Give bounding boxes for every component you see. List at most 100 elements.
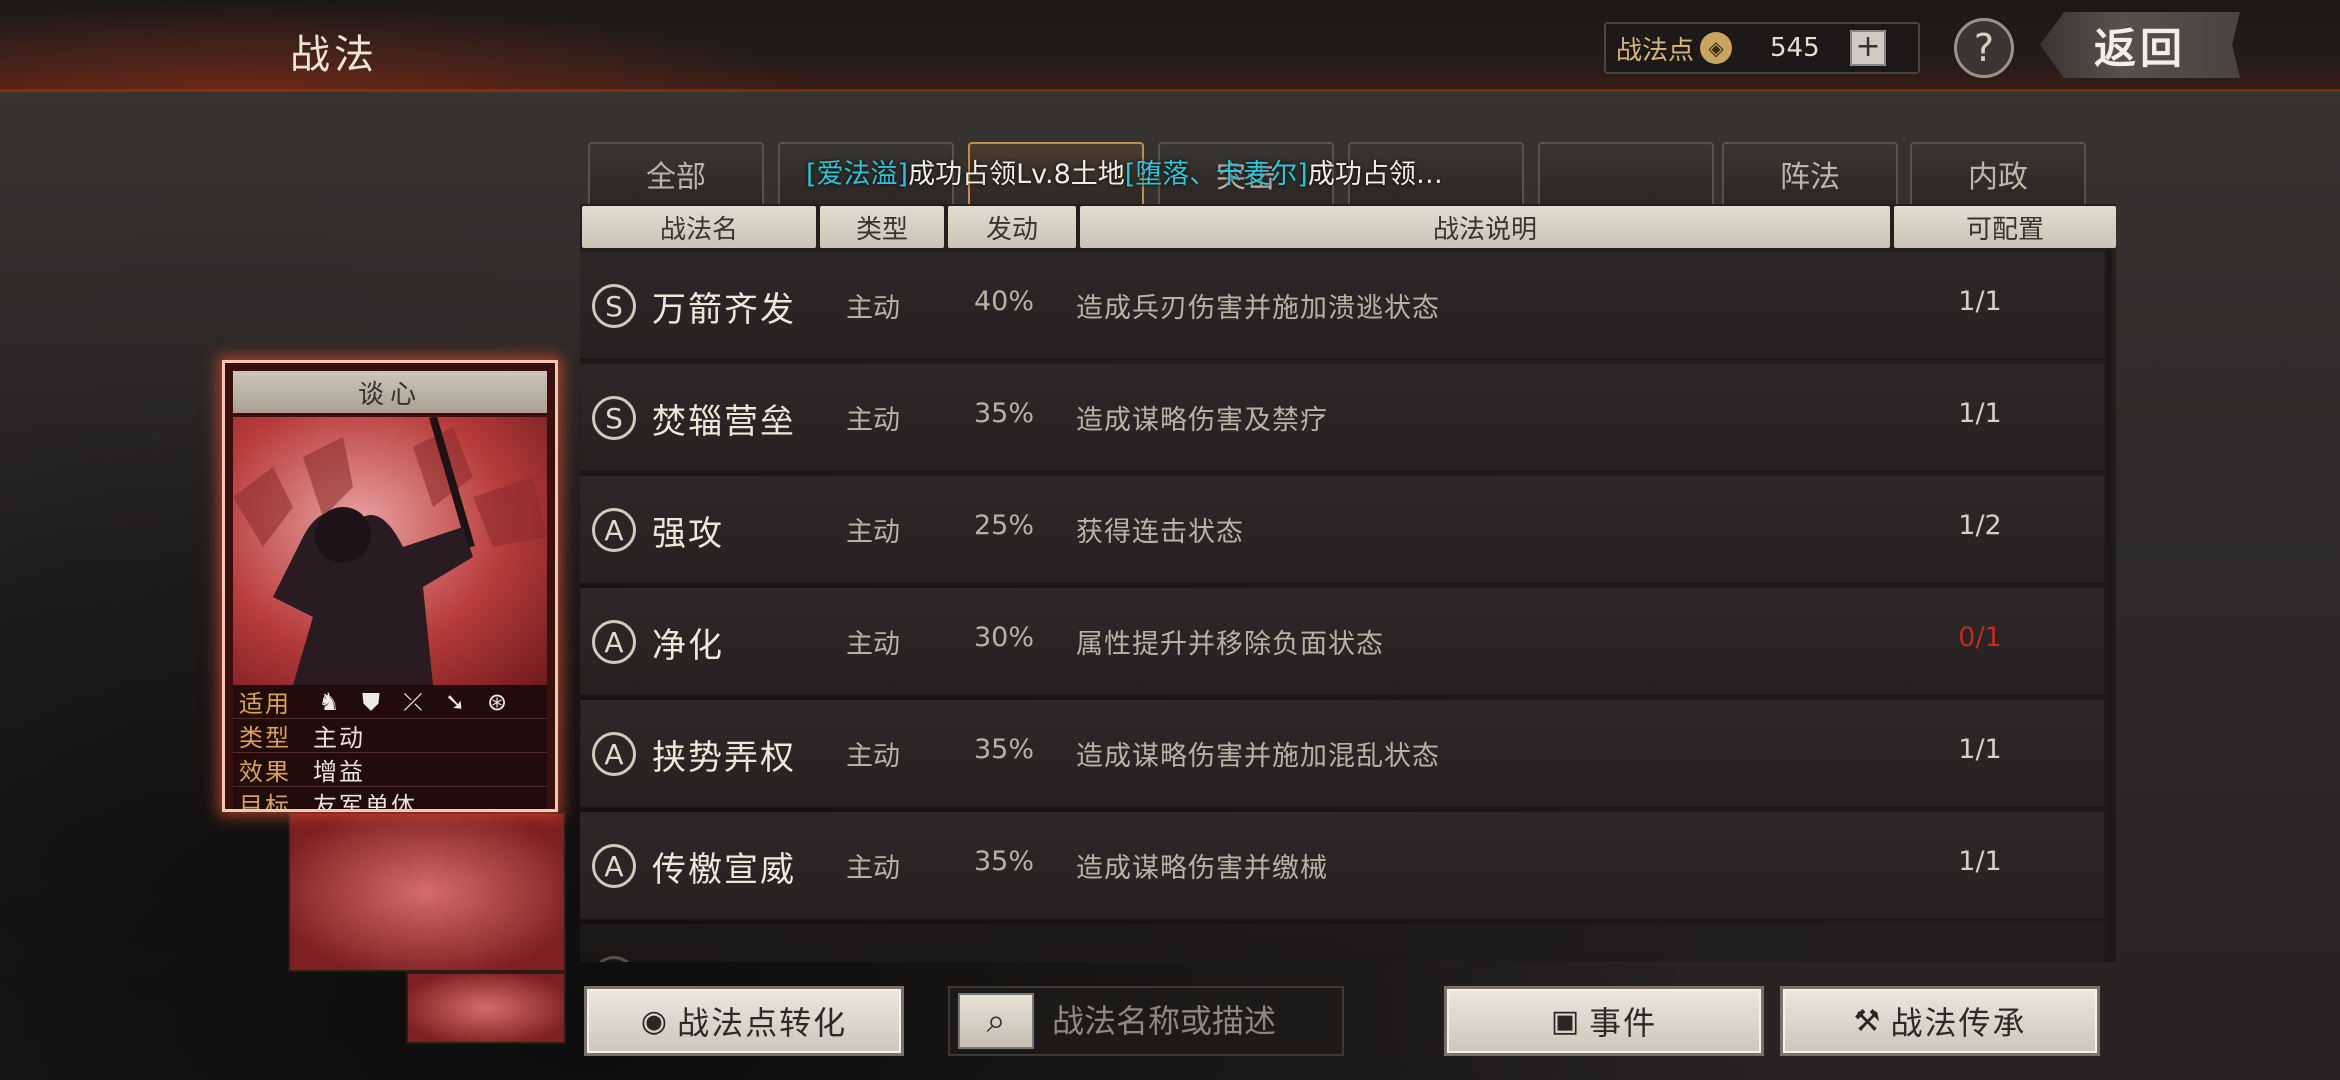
tactic-rate: 35% <box>974 846 1035 877</box>
target-value: 友军单体 <box>313 792 417 812</box>
col-slots-header[interactable]: 可配置 <box>1894 206 2116 248</box>
tactic-name: 传檄宣威 <box>652 850 796 890</box>
broadcast-notice: [爱法溢]成功占领Lv.8土地[堕落、卡麦尔]成功占领… <box>806 152 1443 194</box>
tactic-rate: 25% <box>974 510 1035 541</box>
inherit-tactic-label: 战法传承 <box>1890 1004 2027 1042</box>
type-label: 类型 <box>239 724 291 752</box>
tactic-name: 净化 <box>652 626 724 666</box>
tactic-desc: 造成谋略伤害并施加混乱状态 <box>1076 741 1440 772</box>
table-row[interactable]: A 强攻 主动 25% 获得连击状态 1/2 <box>580 476 2104 584</box>
wheel-icon: ⊛ <box>486 687 508 716</box>
tactic-slots: 1/1 <box>1958 286 2002 317</box>
tactic-rate: 35% <box>974 398 1035 429</box>
card-effect-row: 效果 增益 <box>233 753 547 787</box>
help-button[interactable]: ? <box>1954 18 2014 78</box>
table-scrollbar[interactable] <box>2106 250 2112 950</box>
table-row[interactable]: A 传檄宣威 主动 35% 造成谋略伤害并缴械 1/1 <box>580 812 2104 920</box>
points-coin-icon: ◈ <box>1700 32 1733 64</box>
warrior-silhouette-icon <box>233 417 547 685</box>
table-row[interactable]: A 净化 主动 30% 属性提升并移除负面状态 0/1 <box>580 588 2104 696</box>
search-bar: ⌕ <box>948 986 1344 1056</box>
add-points-button[interactable]: + <box>1850 30 1887 66</box>
tab-formation[interactable]: 阵法 <box>1722 142 1898 204</box>
tactic-desc: 获得连击状态 <box>1076 517 1244 548</box>
points-label: 战法点 <box>1616 35 1695 66</box>
points-value: 545 <box>1770 33 1820 63</box>
table-row-partial[interactable]: A <box>580 924 2104 962</box>
grade-badge: A <box>592 508 636 552</box>
shield-icon: ⛊ <box>362 687 380 716</box>
grade-badge: S <box>592 396 636 440</box>
inherit-tactic-button[interactable]: ⚒ 战法传承 <box>1780 986 2100 1056</box>
tactic-slots: 1/2 <box>1958 510 2002 541</box>
col-rate-header[interactable]: 发动 <box>948 206 1076 248</box>
table-row[interactable]: S 万箭齐发 主动 40% 造成兵刃伤害并施加溃逃状态 1/1 <box>580 252 2104 360</box>
tactic-type: 主动 <box>846 517 900 548</box>
card-stack-back-1 <box>288 812 566 972</box>
table-row[interactable]: S 焚辎营垒 主动 35% 造成谋略伤害及禁疗 1/1 <box>580 364 2104 472</box>
tab-all[interactable]: 全部 <box>588 142 764 204</box>
notice-text-2: 成功占领… <box>1307 159 1443 190</box>
card-info: 适用 ♞ ⛊ ⤫ ➘ ⊛ 类型 主动 效果 增益 目标 友军单体 <box>233 685 547 812</box>
card-stack-back-2 <box>406 972 566 1044</box>
back-button[interactable]: 返回 <box>2040 12 2240 78</box>
cavalry-icon: ♞ <box>318 687 340 716</box>
event-label: 事件 <box>1589 1004 1658 1042</box>
col-desc-header: 战法说明 <box>1080 206 1890 248</box>
event-card-icon: ▣ <box>1550 1003 1582 1039</box>
grade-badge: A <box>592 844 636 888</box>
tactic-name: 强攻 <box>652 514 724 554</box>
tactic-name: 万箭齐发 <box>652 290 796 330</box>
tactic-type: 主动 <box>846 629 900 660</box>
tactic-name: 挟势弄权 <box>652 738 796 778</box>
tactic-rate: 35% <box>974 734 1035 765</box>
tab-domestic[interactable]: 内政 <box>1910 142 2086 204</box>
event-button[interactable]: ▣ 事件 <box>1444 986 1764 1056</box>
tactic-slots: 1/1 <box>1958 846 2002 877</box>
apply-label: 适用 <box>239 690 291 718</box>
convert-points-button[interactable]: ◉ 战法点转化 <box>584 986 904 1056</box>
tactic-type: 主动 <box>846 853 900 884</box>
tactic-slots: 0/1 <box>1958 622 2002 653</box>
card-apply-row: 适用 ♞ ⛊ ⤫ ➘ ⊛ <box>233 685 547 719</box>
tactic-desc: 造成谋略伤害及禁疗 <box>1076 405 1328 436</box>
search-input[interactable] <box>1052 1002 1342 1040</box>
table-header: 战法名 类型 发动 战法说明 可配置 <box>580 206 2116 250</box>
tab-6[interactable] <box>1538 142 1714 204</box>
tactic-desc: 属性提升并移除负面状态 <box>1076 629 1384 660</box>
tactic-type: 主动 <box>846 741 900 772</box>
tactic-name: 焚辎营垒 <box>652 402 796 442</box>
card-artwork <box>233 417 547 685</box>
grade-badge: A <box>592 956 636 962</box>
target-label: 目标 <box>239 792 291 812</box>
col-type-header[interactable]: 类型 <box>820 206 944 248</box>
table-row[interactable]: A 挟势弄权 主动 35% 造成谋略伤害并施加混乱状态 1/1 <box>580 700 2104 808</box>
tactic-slots: 1/1 <box>1958 398 2002 429</box>
hammer-icon: ⚒ <box>1853 1003 1883 1039</box>
card-target-row: 目标 友军单体 <box>233 787 547 812</box>
page-title: 战法 <box>290 32 378 78</box>
tactic-type: 主动 <box>846 405 900 436</box>
tactic-rate: 30% <box>974 622 1035 653</box>
tactic-desc: 造成兵刃伤害并施加溃逃状态 <box>1076 293 1440 324</box>
search-icon[interactable]: ⌕ <box>958 993 1034 1049</box>
notice-text-1: 成功占领Lv.8土地 <box>908 159 1125 190</box>
tactics-table: 战法名 类型 发动 战法说明 可配置 S 万箭齐发 主动 40% 造成兵刃伤害并… <box>580 204 2116 962</box>
tactic-desc: 造成谋略伤害并缴械 <box>1076 853 1328 884</box>
convert-points-label: 战法点转化 <box>677 1004 848 1042</box>
grade-badge: S <box>592 284 636 328</box>
col-name-header[interactable]: 战法名 <box>582 206 816 248</box>
effect-label: 效果 <box>239 758 291 786</box>
tactic-rate: 40% <box>974 286 1035 317</box>
notice-player-2: [堕落、卡麦尔] <box>1124 159 1308 190</box>
effect-value: 增益 <box>313 758 365 786</box>
grade-badge: A <box>592 620 636 664</box>
flame-icon: ◉ <box>640 1003 670 1039</box>
grade-badge: A <box>592 732 636 776</box>
tactic-points-panel: 战法点 ◈ 545 + <box>1604 22 1920 74</box>
card-title: 谈心 <box>233 371 547 413</box>
tactic-card[interactable]: 谈心 适用 ♞ ⛊ ⤫ ➘ ⊛ 类型 主动 效果 增益 目标 友军单体 <box>222 360 558 812</box>
bow-icon: ⤫ <box>403 687 423 716</box>
notice-player-1: [爱法溢] <box>806 159 909 190</box>
tactic-slots: 1/1 <box>1958 734 2002 765</box>
